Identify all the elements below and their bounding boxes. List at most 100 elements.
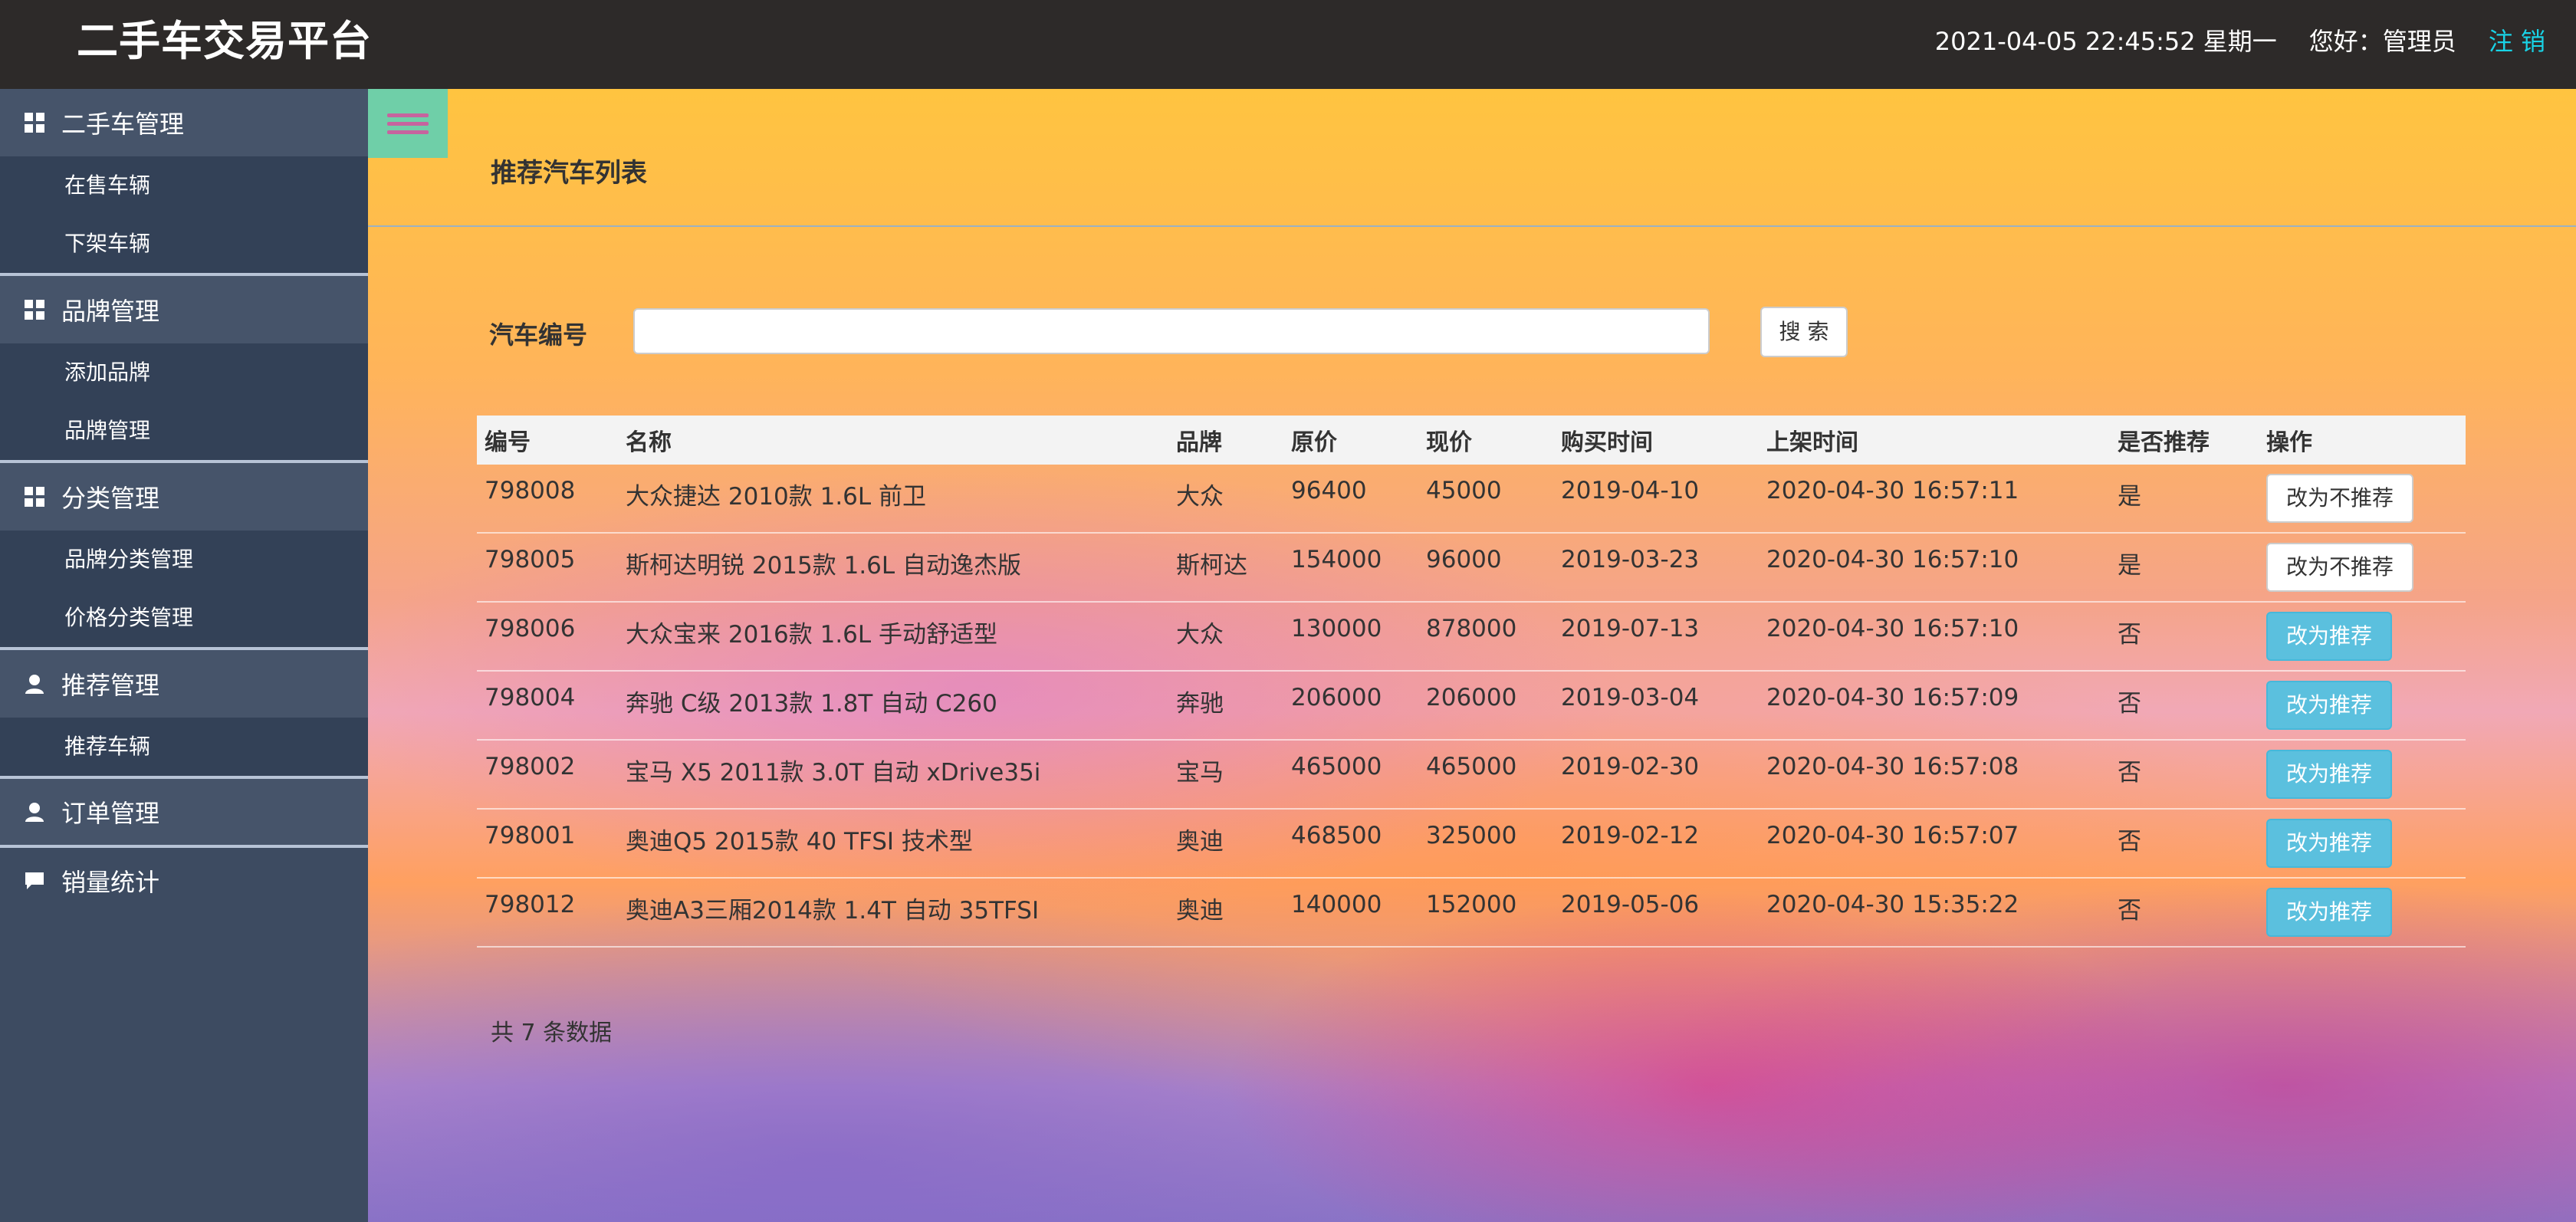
cell-brand: 大众 [1176,621,1224,649]
cell-action: 改为推荐 [2259,603,2466,661]
table-row: 798008 大众捷达 2010款 1.6L 前卫 大众 96400 45000… [477,465,2466,534]
cell-original-price: 206000 [1291,684,1382,711]
grid-icon [23,485,46,508]
cell-action: 改为推荐 [2259,879,2466,937]
sidebar-item-recommended-cars[interactable]: 推荐车辆 [0,718,368,776]
menu-head-label: 推荐管理 [61,671,160,700]
menu-group-category: 分类管理 品牌分类管理 价格分类管理 [0,463,368,650]
table-row: 798006 大众宝来 2016款 1.6L 手动舒适型 大众 130000 8… [477,603,2466,672]
cell-brand: 奥迪 [1176,828,1224,856]
cell-name: 奥迪A3三厢2014款 1.4T 自动 35TFSI [626,897,1040,925]
sidebar-item-price-category[interactable]: 价格分类管理 [0,589,368,647]
sidebar-item-brand-manage[interactable]: 品牌管理 [0,402,368,460]
logout-link[interactable]: 注 销 [2489,0,2545,89]
unrecommend-button[interactable]: 改为不推荐 [2266,474,2414,523]
cell-listed-time: 2020-04-30 16:57:08 [1766,753,2019,780]
cell-current-price: 878000 [1426,615,1517,642]
cell-purchase-date: 2019-05-06 [1561,891,1700,918]
menu-head-label: 销量统计 [61,868,160,897]
cell-brand: 奥迪 [1176,897,1224,925]
sidebar: 二手车管理 在售车辆 下架车辆 品牌管理 添加品牌 品牌管理 分类管理 品牌分类… [0,89,368,1222]
cell-original-price: 140000 [1291,891,1382,918]
menu-head-used-car[interactable]: 二手车管理 [0,89,368,156]
menu-head-orders[interactable]: 订单管理 [0,779,368,845]
recommend-button[interactable]: 改为推荐 [2266,888,2393,937]
cell-action: 改为推荐 [2259,810,2466,868]
cell-name: 大众宝来 2016款 1.6L 手动舒适型 [626,621,998,649]
greeting: 您好：管理员 [2308,27,2456,56]
recommend-button[interactable]: 改为推荐 [2266,750,2393,799]
sidebar-item-on-sale[interactable]: 在售车辆 [0,156,368,215]
cell-listed-time: 2020-04-30 15:35:22 [1766,891,2019,918]
cell-recommended: 否 [2118,759,2141,787]
cell-listed-time: 2020-04-30 16:57:10 [1766,546,2019,573]
recommend-button[interactable]: 改为推荐 [2266,612,2393,661]
cell-id: 798008 [485,477,576,504]
datetime: 2021-04-05 22:45:52 星期一 [1934,27,2277,56]
cell-current-price: 465000 [1426,753,1517,780]
menu-head-brand[interactable]: 品牌管理 [0,276,368,343]
search-button[interactable]: 搜 索 [1760,307,1848,357]
cell-name: 宝马 X5 2011款 3.0T 自动 xDrive35i [626,759,1041,787]
car-id-search-input[interactable] [633,308,1710,354]
unrecommend-button[interactable]: 改为不推荐 [2266,543,2414,592]
cell-brand: 斯柯达 [1176,552,1247,580]
cell-id: 798004 [485,684,576,711]
recommend-button[interactable]: 改为推荐 [2266,681,2393,730]
user-icon [23,672,46,695]
cell-purchase-date: 2019-02-12 [1561,822,1700,849]
col-header-name: 名称 [626,429,672,456]
cell-name: 大众捷达 2010款 1.6L 前卫 [626,483,927,511]
cell-id: 798012 [485,891,576,918]
cell-listed-time: 2020-04-30 16:57:11 [1766,477,2019,504]
col-header-id: 编号 [485,429,531,456]
cell-brand: 大众 [1176,483,1224,511]
cell-action: 改为推荐 [2259,741,2466,799]
table-row: 798004 奔驰 C级 2013款 1.8T 自动 C260 奔驰 20600… [477,672,2466,741]
user-icon [23,800,46,823]
cell-current-price: 45000 [1426,477,1502,504]
cell-recommended: 否 [2118,621,2141,649]
main-content: 推荐汽车列表 汽车编号 搜 索 编号 名称 品牌 原价 现价 购买时间 上架时间… [368,89,2576,1222]
cell-current-price: 325000 [1426,822,1517,849]
menu-group-orders: 订单管理 [0,779,368,848]
menu-group-used-car: 二手车管理 在售车辆 下架车辆 [0,89,368,276]
sidebar-item-brand-category[interactable]: 品牌分类管理 [0,531,368,589]
menu-head-label: 分类管理 [61,484,160,513]
recommended-cars-table: 编号 名称 品牌 原价 现价 购买时间 上架时间 是否推荐 操作 798008 … [477,416,2466,948]
cell-name: 奥迪Q5 2015款 40 TFSI 技术型 [626,828,973,856]
cell-id: 798001 [485,822,576,849]
cell-purchase-date: 2019-03-04 [1561,684,1700,711]
hamburger-icon-bar [387,130,429,134]
top-right-info: 2021-04-05 22:45:52 星期一 您好：管理员 注 销 [1935,0,2545,89]
col-header-brand: 品牌 [1176,429,1222,456]
comment-icon [23,869,46,892]
menu-head-sales[interactable]: 销量统计 [0,848,368,914]
cell-recommended: 否 [2118,897,2141,925]
search-label: 汽车编号 [489,320,588,350]
menu-head-label: 二手车管理 [61,110,185,139]
sidebar-toggle-button[interactable] [368,89,448,158]
menu-group-sales: 销量统计 [0,848,368,914]
cell-current-price: 152000 [1426,891,1517,918]
cell-id: 798005 [485,546,576,573]
sidebar-item-off-shelf[interactable]: 下架车辆 [0,215,368,273]
cell-name: 斯柯达明锐 2015款 1.6L 自动逸杰版 [626,552,1022,580]
col-header-recommended: 是否推荐 [2118,429,2210,456]
menu-head-label: 订单管理 [61,799,160,828]
table-row: 798002 宝马 X5 2011款 3.0T 自动 xDrive35i 宝马 … [477,741,2466,810]
cell-recommended: 否 [2118,690,2141,718]
cell-brand: 宝马 [1176,759,1224,787]
table-header: 编号 名称 品牌 原价 现价 购买时间 上架时间 是否推荐 操作 [477,416,2466,465]
col-header-current-price: 现价 [1426,429,1472,456]
app-title: 二手车交易平台 [77,17,372,65]
sidebar-item-add-brand[interactable]: 添加品牌 [0,343,368,402]
menu-head-recommend[interactable]: 推荐管理 [0,650,368,718]
cell-recommended: 是 [2118,552,2141,580]
table-row: 798012 奥迪A3三厢2014款 1.4T 自动 35TFSI 奥迪 140… [477,879,2466,948]
cell-listed-time: 2020-04-30 16:57:09 [1766,684,2019,711]
col-header-purchase-date: 购买时间 [1561,429,1653,456]
hamburger-icon-bar [387,113,429,117]
recommend-button[interactable]: 改为推荐 [2266,819,2393,868]
menu-head-category[interactable]: 分类管理 [0,463,368,531]
